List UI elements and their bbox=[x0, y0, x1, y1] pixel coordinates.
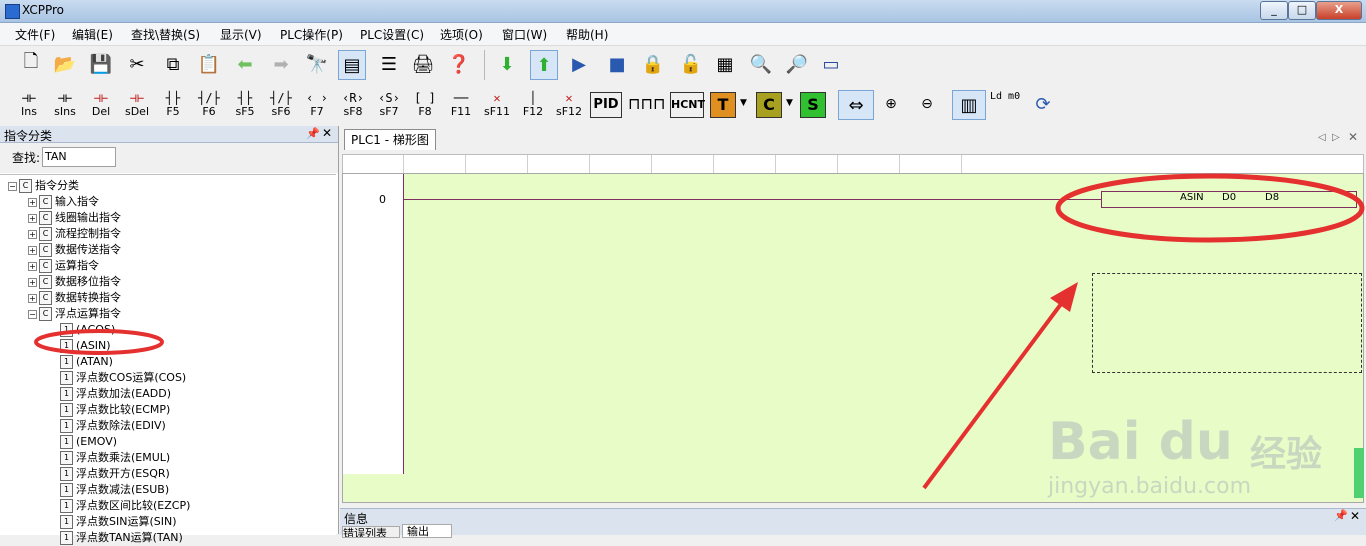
annotation-arrow-head bbox=[1050, 282, 1078, 312]
annotation-ellipse-instruction bbox=[1055, 173, 1365, 243]
annotation-arrow-shaft bbox=[922, 298, 1066, 490]
annotation-overlay bbox=[34, 173, 1365, 490]
annotation-ellipse-asin bbox=[34, 329, 164, 355]
